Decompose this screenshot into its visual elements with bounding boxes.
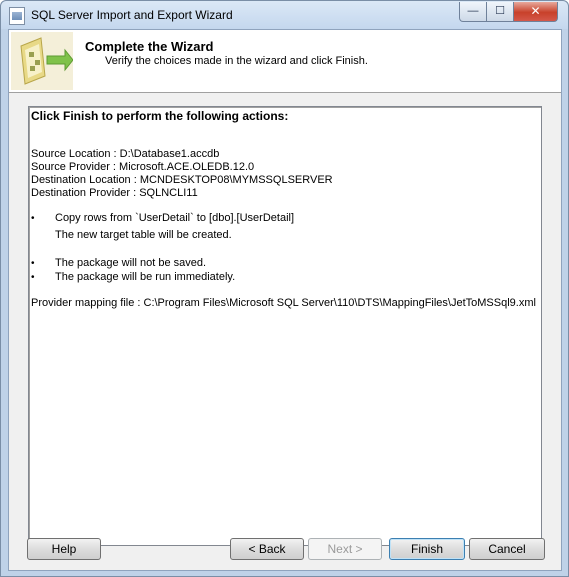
copy-rows-action: Copy rows from `UserDetail` to [dbo].[Us…	[55, 212, 295, 224]
package-save-note: The package will not be saved.	[55, 257, 207, 269]
title-bar[interactable]: SQL Server Import and Export Wizard — ☐ …	[1, 1, 568, 29]
source-location: Source Location : D:\Database1.accdb	[31, 148, 220, 160]
mapping-file: Provider mapping file : C:\Program Files…	[31, 297, 536, 309]
next-button[interactable]: Next >	[308, 538, 382, 560]
window-title: SQL Server Import and Export Wizard	[31, 8, 233, 22]
bullet-icon: •	[31, 272, 35, 283]
minimize-button[interactable]: —	[459, 2, 487, 22]
maximize-button[interactable]: ☐	[486, 2, 514, 22]
wizard-header: Complete the Wizard Verify the choices m…	[9, 30, 561, 93]
wizard-page: Complete the Wizard Verify the choices m…	[8, 29, 562, 571]
help-button[interactable]: Help	[27, 538, 101, 560]
cancel-button[interactable]: Cancel	[469, 538, 545, 560]
package-run-note: The package will be run immediately.	[55, 271, 236, 283]
destination-provider: Destination Provider : SQLNCLI11	[31, 187, 198, 199]
summary-report[interactable]: Click Finish to perform the following ac…	[28, 106, 542, 546]
wizard-icon	[11, 32, 73, 90]
close-button[interactable]: ✕	[513, 2, 558, 22]
source-provider: Source Provider : Microsoft.ACE.OLEDB.12…	[31, 161, 255, 173]
app-window-icon	[9, 7, 25, 25]
report-heading: Click Finish to perform the following ac…	[31, 109, 289, 123]
page-title: Complete the Wizard	[85, 39, 214, 54]
back-button[interactable]: < Back	[230, 538, 304, 560]
finish-button[interactable]: Finish	[389, 538, 465, 560]
page-subtitle: Verify the choices made in the wizard an…	[105, 55, 368, 67]
bullet-icon: •	[31, 258, 35, 269]
wizard-window: SQL Server Import and Export Wizard — ☐ …	[0, 0, 569, 577]
bullet-icon: •	[31, 213, 35, 224]
copy-rows-note: The new target table will be created.	[55, 229, 232, 241]
destination-location: Destination Location : MCNDESKTOP08\MYMS…	[31, 174, 333, 186]
